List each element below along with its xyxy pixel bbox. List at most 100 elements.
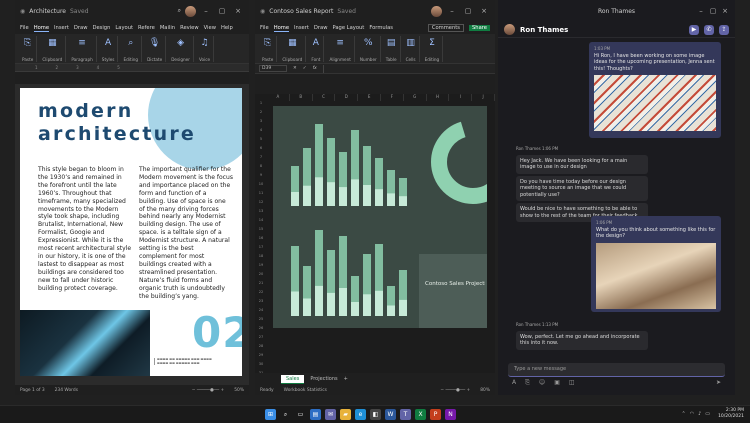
document-canvas[interactable]: modern architecture This style began to b… [15, 84, 249, 385]
close-button[interactable]: × [719, 7, 731, 15]
menu-page-layout[interactable]: Page Layout [332, 25, 364, 32]
row-header[interactable]: 27 [255, 335, 267, 344]
message-outgoing[interactable]: 1:03 PM Hi Ron, I have been working on s… [589, 42, 721, 138]
wifi-icon[interactable]: ◠ [690, 411, 694, 417]
row-header[interactable]: 20 [255, 272, 267, 281]
contact-name[interactable]: Ron Thames [520, 26, 568, 34]
minimize-button[interactable]: – [446, 7, 458, 15]
search-icon[interactable]: ⌕ [178, 7, 181, 15]
message-incoming[interactable]: Ron Thames 1:13 PM Wow, perfect. Let me … [516, 322, 648, 350]
ribbon-paste-group[interactable]: ⎘ Paste [19, 36, 38, 62]
confirm-icon[interactable]: ✓ [303, 66, 307, 71]
ribbon-styles-group[interactable]: A Styles [99, 36, 119, 62]
ribbon-clipboard-group[interactable]: ▦ Clipboard [39, 36, 67, 62]
menu-file[interactable]: File [20, 25, 29, 31]
close-button[interactable]: × [232, 7, 244, 15]
row-header[interactable]: 9 [255, 173, 267, 182]
ribbon-paste-group[interactable]: ⎘ Paste [259, 36, 278, 62]
document-page[interactable]: modern architecture This style began to b… [20, 88, 242, 376]
row-header[interactable]: 18 [255, 254, 267, 263]
column-header[interactable]: G [404, 94, 427, 101]
ribbon-alignment-group[interactable]: ≡ Alignment [326, 36, 355, 62]
row-header[interactable]: 12 [255, 200, 267, 209]
row-header[interactable]: 7 [255, 155, 267, 164]
close-button[interactable]: × [478, 7, 490, 15]
message-incoming[interactable]: Ron Thames 1:06 PM Hey Jack. We have bee… [516, 146, 648, 222]
workbook-statistics[interactable]: Workbook Statistics [284, 388, 327, 393]
attached-image[interactable] [596, 242, 716, 309]
explorer-icon[interactable]: ▰ [340, 409, 351, 420]
row-header[interactable]: 29 [255, 353, 267, 362]
column-header[interactable]: C [313, 94, 336, 101]
function-icon[interactable]: fx [313, 66, 317, 71]
battery-icon[interactable]: ▭ [705, 411, 710, 417]
menu-mailin[interactable]: Mailin [160, 25, 175, 31]
add-sheet-icon[interactable]: + [344, 376, 348, 382]
row-header[interactable]: 25 [255, 317, 267, 326]
row-header[interactable]: 6 [255, 146, 267, 155]
format-icon[interactable]: A [512, 379, 516, 389]
ribbon-designer-group[interactable]: ◈ Designer [168, 36, 194, 62]
ribbon-table-group[interactable]: ▤ Table [383, 36, 401, 62]
attached-image[interactable] [594, 75, 716, 131]
menu-insert[interactable]: Insert [54, 25, 69, 31]
spreadsheet-grid[interactable]: ABCDEFGHIJ 1 2 3 4 5 6 7 8 9 10 11 12 13 14 15 16 17 18 19… [255, 94, 495, 384]
widgets-icon[interactable]: ▤ [310, 409, 321, 420]
word-icon[interactable]: W [385, 409, 396, 420]
video-call-icon[interactable]: ▶ [689, 24, 699, 35]
ribbon-voice-group[interactable]: ♫ Voice [196, 36, 215, 62]
row-header[interactable]: 23 [255, 299, 267, 308]
row-header[interactable]: 26 [255, 326, 267, 335]
column-header[interactable]: J [472, 94, 495, 101]
tab-projections[interactable]: Projections [310, 376, 337, 382]
zoom-level[interactable]: 80% [480, 388, 490, 393]
user-avatar[interactable] [185, 5, 196, 17]
cancel-icon[interactable]: ✕ [293, 66, 297, 71]
search-icon[interactable]: ⌕ [280, 409, 291, 420]
volume-icon[interactable]: ♪ [698, 411, 701, 417]
menu-refere[interactable]: Refere [138, 25, 155, 31]
start-icon[interactable]: ⊞ [265, 409, 276, 420]
row-header[interactable]: 10 [255, 182, 267, 191]
restore-button[interactable]: ▢ [707, 7, 719, 15]
formula-input[interactable] [322, 64, 491, 73]
menu-review[interactable]: Review [180, 25, 199, 31]
clock[interactable]: 2:30 PM 10/20/2021 [718, 408, 744, 420]
autosave-toggle[interactable]: ◉ [260, 8, 265, 15]
row-header[interactable]: 13 [255, 209, 267, 218]
ribbon-number-group[interactable]: % Number [357, 36, 381, 62]
row-header[interactable]: 28 [255, 344, 267, 353]
ribbon-font-group[interactable]: A Font [308, 36, 325, 62]
row-header[interactable]: 30 [255, 362, 267, 371]
chat-icon[interactable]: ✉ [325, 409, 336, 420]
tab-sales[interactable]: Sales [281, 374, 305, 384]
row-header[interactable]: 21 [255, 281, 267, 290]
powerpoint-icon[interactable]: P [430, 409, 441, 420]
comments-button[interactable]: Comments [427, 24, 465, 32]
store-icon[interactable]: ◧ [370, 409, 381, 420]
attach-icon[interactable]: ⎘ [525, 379, 530, 389]
row-header[interactable]: 14 [255, 218, 267, 227]
restore-button[interactable]: ▢ [216, 7, 228, 15]
row-header[interactable]: 2 [255, 110, 267, 119]
zoom-level[interactable]: 50% [234, 388, 244, 393]
emoji-icon[interactable]: ☺ [539, 379, 545, 389]
menu-layout[interactable]: Layout [115, 25, 133, 31]
column-header[interactable]: E [358, 94, 381, 101]
column-header[interactable]: H [427, 94, 450, 101]
menu-insert[interactable]: Insert [294, 25, 309, 32]
ribbon-dictate-group[interactable]: 🎙 Dictate [144, 36, 167, 62]
zoom-slider[interactable]: − ────●── + [440, 388, 470, 393]
menu-home[interactable]: Home [33, 25, 50, 32]
column-header[interactable]: I [449, 94, 473, 101]
sales-dashboard[interactable]: Contoso Sales Projection [273, 106, 495, 328]
ribbon-editing-group[interactable]: Σ Editing [422, 36, 444, 62]
sticker-icon[interactable]: ◫ [569, 379, 575, 389]
column-header[interactable]: F [381, 94, 404, 101]
restore-button[interactable]: ▢ [462, 7, 474, 15]
ribbon-clipboard-group[interactable]: ▦ Clipboard [279, 36, 307, 62]
chevron-up-icon[interactable]: ⌃ [681, 411, 685, 417]
ribbon-editing-group[interactable]: ⌕ Editing [120, 36, 143, 62]
row-header[interactable]: 15 [255, 227, 267, 236]
menu-draw[interactable]: Draw [74, 25, 88, 31]
